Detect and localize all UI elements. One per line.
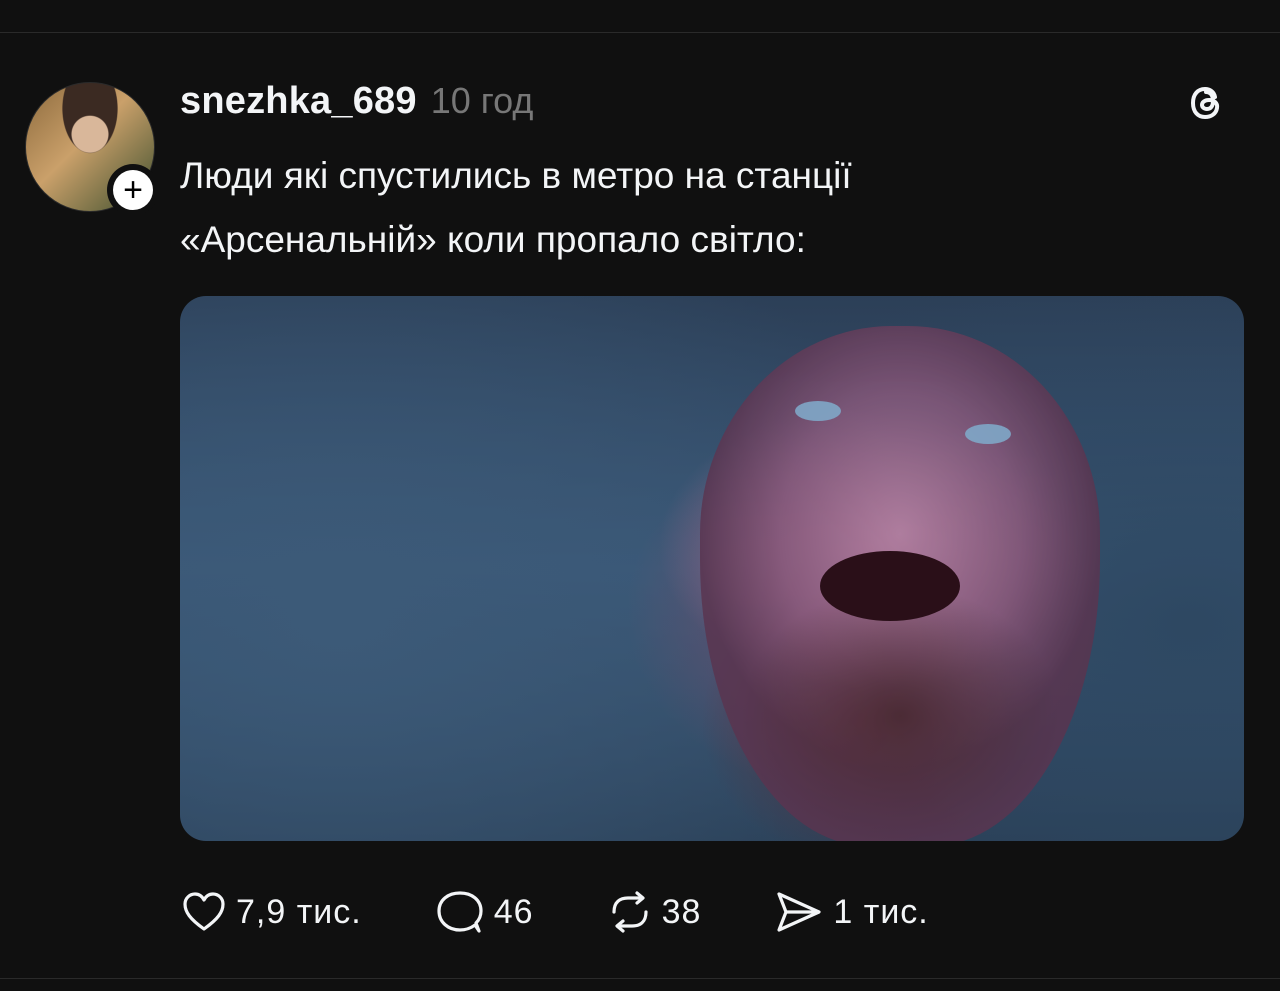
reply-button[interactable]: 46: [434, 888, 534, 936]
share-count: 1 тис.: [833, 892, 929, 931]
like-count: 7,9 тис.: [236, 892, 362, 931]
reply-bubble-icon: [437, 891, 483, 933]
send-icon: [777, 892, 821, 932]
top-divider: [0, 32, 1280, 33]
post-header: snezhka_689 10 год: [180, 80, 533, 124]
post-actions: 7,9 тис. 46 38 1 тис.: [180, 888, 1001, 936]
follow-button[interactable]: +: [107, 164, 159, 216]
post-text-line: «Арсенальній» коли пропало світло:: [180, 219, 806, 260]
repost-button[interactable]: 38: [606, 888, 702, 936]
plus-icon: +: [113, 170, 153, 210]
username[interactable]: snezhka_689: [180, 80, 417, 123]
post-text: Люди які спустились в метро на станції «…: [180, 144, 1180, 272]
post-text-line: Люди які спустились в метро на станції: [180, 155, 852, 196]
threads-logo-icon[interactable]: [1184, 80, 1230, 126]
image-eye: [795, 401, 841, 421]
heart-icon: [183, 892, 225, 931]
image-eye: [965, 424, 1011, 444]
share-button[interactable]: 1 тис.: [773, 888, 928, 936]
image-mouth: [820, 551, 960, 621]
repost-icon: [611, 891, 648, 933]
reply-count: 46: [493, 892, 534, 931]
like-button[interactable]: 7,9 тис.: [180, 888, 362, 936]
post-image[interactable]: [180, 296, 1244, 841]
post-timestamp: 10 год: [430, 80, 534, 121]
author-avatar-container[interactable]: +: [25, 82, 159, 216]
repost-count: 38: [661, 892, 702, 931]
bottom-divider: [0, 978, 1280, 979]
